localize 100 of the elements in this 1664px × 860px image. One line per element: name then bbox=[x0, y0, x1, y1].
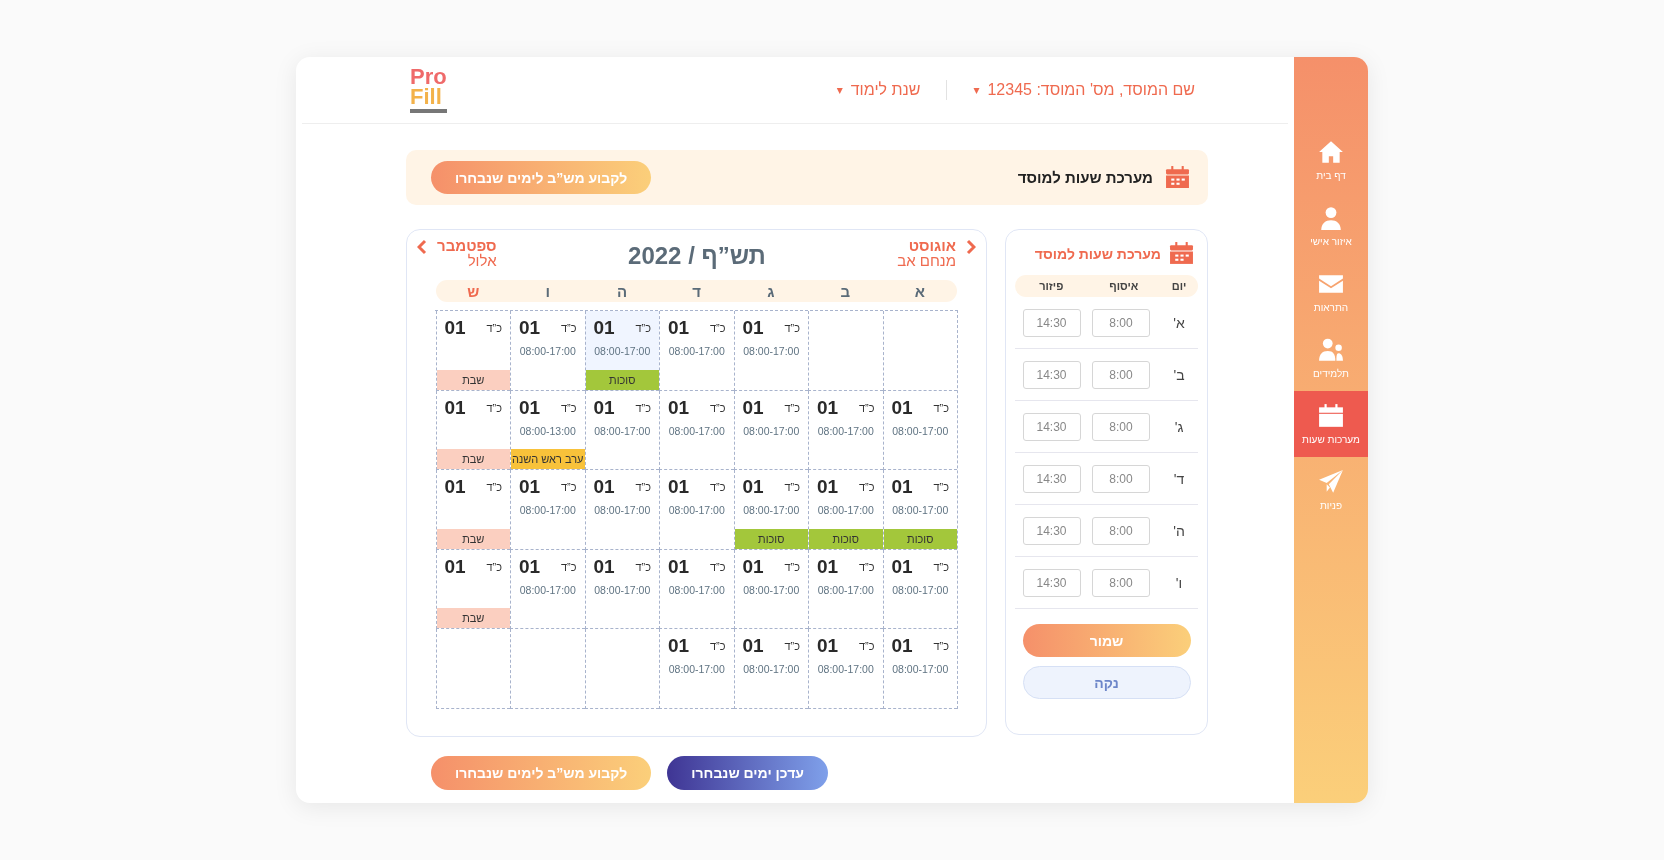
day-number: 01 bbox=[519, 396, 541, 419]
weekday-label: ד bbox=[691, 282, 702, 300]
column-header: יום bbox=[1170, 280, 1188, 292]
hours-text: 08:00-17:00 bbox=[892, 663, 949, 675]
day-number: 01 bbox=[593, 317, 615, 339]
hebrew-date: כ”ד bbox=[560, 481, 577, 493]
hours-text: 08:00-17:00 bbox=[519, 583, 576, 596]
day-number: 01 bbox=[742, 555, 764, 578]
day-number: 01 bbox=[444, 317, 466, 339]
weekday-label: א bbox=[913, 282, 926, 300]
hebrew-date: כ”ד bbox=[486, 560, 502, 573]
day-number: 01 bbox=[519, 476, 541, 498]
time-input[interactable]: 8:00 bbox=[1092, 568, 1150, 597]
time-input[interactable]: 14:30 bbox=[1022, 464, 1081, 493]
day-number: 01 bbox=[817, 476, 839, 498]
column-header: איסוף bbox=[1108, 280, 1140, 292]
calendar-icon bbox=[1165, 166, 1190, 189]
hebrew-date: כ”ד bbox=[709, 401, 726, 414]
hebrew-date: כ”ד bbox=[933, 401, 949, 414]
hebrew-date: כ”ד bbox=[486, 401, 502, 414]
calendar-icon bbox=[1318, 403, 1344, 429]
hours-text: 08:00-17:00 bbox=[668, 345, 725, 357]
time-input[interactable]: 8:00 bbox=[1092, 412, 1150, 441]
hebrew-date: כ”ד bbox=[784, 401, 800, 414]
time-input[interactable]: 14:30 bbox=[1022, 516, 1081, 545]
hours-text: 08:00-17:00 bbox=[594, 345, 651, 357]
day-number: 01 bbox=[891, 396, 913, 419]
day-number: 01 bbox=[668, 396, 690, 419]
home-icon bbox=[1318, 139, 1344, 165]
day-number: 01 bbox=[817, 555, 839, 578]
day-number: 01 bbox=[519, 317, 541, 339]
time-input[interactable]: 8:00 bbox=[1092, 516, 1150, 545]
hebrew-date: כ”ד bbox=[635, 560, 651, 573]
hours-text: 08:00-17:00 bbox=[743, 504, 800, 516]
time-input[interactable]: 14:30 bbox=[1022, 360, 1081, 389]
hours-text: 08:00-13:00 bbox=[519, 424, 576, 437]
day-number: 01 bbox=[593, 555, 615, 578]
event-tag: ערב ראש השנה bbox=[511, 449, 585, 469]
day-number: 01 bbox=[593, 396, 615, 419]
hours-text: 08:00-17:00 bbox=[594, 583, 651, 596]
hours-text: 08:00-17:00 bbox=[668, 663, 725, 675]
time-input[interactable]: 14:30 bbox=[1022, 568, 1081, 597]
users-icon bbox=[1318, 337, 1344, 363]
calendar-title: תש”ף / 2022 bbox=[628, 242, 766, 270]
hebrew-date: כ”ד bbox=[858, 401, 875, 414]
hebrew-date: כ”ד bbox=[933, 640, 949, 652]
day-number: 01 bbox=[519, 555, 541, 578]
hours-text: 08:00-17:00 bbox=[817, 424, 874, 437]
hebrew-date: כ”ד bbox=[858, 481, 875, 493]
hours-text: 08:00-17:00 bbox=[519, 345, 576, 357]
hebrew-date: כ”ד bbox=[560, 322, 577, 334]
event-tag: סוכות bbox=[883, 528, 957, 549]
update-days-button[interactable]: עדכן ימים שנבחרו bbox=[667, 756, 828, 790]
event-tag: סוכות bbox=[809, 528, 883, 549]
hebrew-date: כ”ד bbox=[709, 640, 726, 652]
day-label: ה' bbox=[1172, 522, 1186, 539]
event-tag: שבת bbox=[436, 528, 510, 549]
day-label: ד' bbox=[1172, 470, 1186, 487]
hours-text: 08:00-17:00 bbox=[519, 504, 576, 516]
time-input[interactable]: 14:30 bbox=[1022, 412, 1081, 441]
hours-text: 08:00-17:00 bbox=[594, 424, 651, 437]
hebrew-date: כ”ד bbox=[784, 640, 800, 652]
hebrew-date: כ”ד bbox=[858, 560, 875, 573]
day-number: 01 bbox=[593, 476, 615, 498]
hours-text: 08:00-17:00 bbox=[892, 504, 949, 516]
time-input[interactable]: 8:00 bbox=[1092, 464, 1150, 493]
panel-title: מערכת שעות למוסד bbox=[1034, 245, 1161, 262]
hours-text: 08:00-17:00 bbox=[594, 504, 651, 516]
column-header: פיזור bbox=[1038, 280, 1065, 292]
chevron-right-icon bbox=[966, 239, 976, 255]
hebrew-date: כ”ד bbox=[635, 481, 651, 493]
day-number: 01 bbox=[668, 317, 690, 339]
chevron-left-icon bbox=[417, 239, 427, 255]
hours-text: 08:00-17:00 bbox=[817, 663, 874, 675]
day-number: 01 bbox=[444, 396, 466, 419]
hebrew-date: כ”ד bbox=[635, 401, 651, 414]
hours-text: 08:00-17:00 bbox=[892, 583, 949, 596]
event-tag: סוכות bbox=[585, 369, 659, 390]
day-number: 01 bbox=[668, 476, 690, 498]
weekday-label: ש bbox=[466, 282, 481, 300]
hebrew-date: כ”ד bbox=[784, 560, 800, 573]
banner-title: מערכת שעות למוסד bbox=[1017, 169, 1153, 186]
hours-text: 08:00-17:00 bbox=[817, 504, 874, 516]
event-tag: סוכות bbox=[734, 528, 808, 549]
time-input[interactable]: 14:30 bbox=[1022, 308, 1081, 337]
day-number: 01 bbox=[742, 635, 764, 657]
day-number: 01 bbox=[817, 635, 839, 657]
time-input[interactable]: 8:00 bbox=[1092, 308, 1150, 337]
hebrew-date: כ”ד bbox=[933, 560, 949, 573]
day-number: 01 bbox=[668, 635, 690, 657]
day-number: 01 bbox=[742, 317, 764, 339]
time-input[interactable]: 8:00 bbox=[1092, 360, 1150, 389]
hebrew-date: כ”ד bbox=[560, 560, 577, 573]
day-number: 01 bbox=[668, 555, 690, 578]
weekday-label: ג bbox=[766, 282, 776, 300]
day-number: 01 bbox=[444, 555, 466, 578]
hebrew-date: כ”ד bbox=[709, 560, 726, 573]
hebrew-date: כ”ד bbox=[709, 481, 726, 493]
hours-text: 08:00-17:00 bbox=[817, 583, 874, 596]
hebrew-date: כ”ד bbox=[933, 481, 949, 493]
